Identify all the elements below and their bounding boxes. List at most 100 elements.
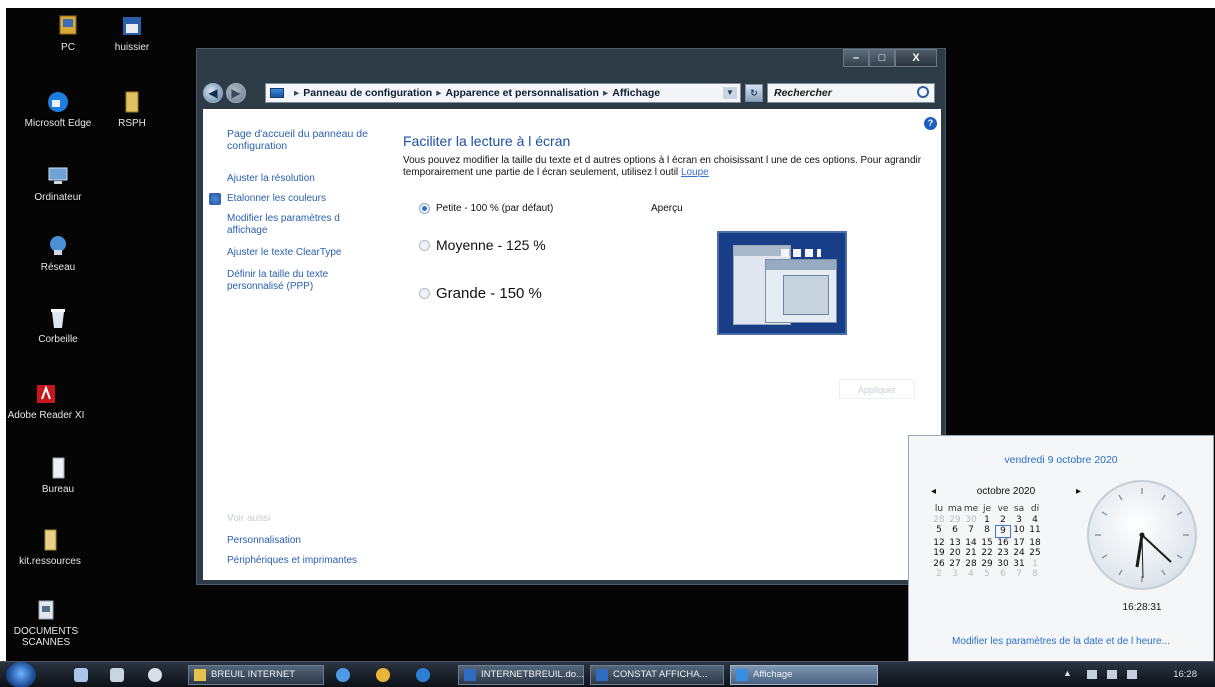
calendar-day[interactable]: 14 (963, 538, 979, 549)
calendar-day[interactable]: 3 (1011, 515, 1027, 526)
calendar-day[interactable]: 17 (1011, 538, 1027, 549)
address-bar[interactable]: ▸ Panneau de configuration ▸ Apparence e… (265, 83, 741, 103)
ie-icon[interactable] (336, 668, 350, 682)
quicklaunch-icon[interactable] (148, 668, 162, 682)
radio-button[interactable] (419, 288, 430, 299)
edge-icon[interactable] (416, 668, 430, 682)
chevron-down-icon[interactable]: ▼ (723, 87, 737, 99)
calendar-day[interactable]: 7 (1011, 569, 1027, 580)
calendar-day[interactable]: 31 (1011, 559, 1027, 570)
calendar-day[interactable]: 4 (1027, 515, 1043, 526)
calendar-day[interactable]: 15 (979, 538, 995, 549)
option-grande[interactable]: Grande - 150 % (419, 285, 542, 302)
calendar-day-selected[interactable]: 9 (995, 525, 1011, 538)
minimize-button[interactable]: – (843, 49, 869, 67)
see-also-personalisation-link[interactable]: Personnalisation (227, 535, 377, 547)
calendar-date-header[interactable]: vendredi 9 octobre 2020 (909, 454, 1213, 466)
refresh-button[interactable]: ↻ (745, 84, 763, 102)
calendar-day[interactable]: 5 (931, 525, 947, 538)
change-date-time-link[interactable]: Modifier les paramètres de la date et de… (909, 636, 1213, 647)
calendar-day[interactable]: 27 (947, 559, 963, 570)
calendar-day[interactable]: 8 (1027, 569, 1043, 580)
desktop-icon-bureau[interactable]: Bureau (18, 456, 98, 495)
radio-button[interactable] (419, 203, 430, 214)
close-button[interactable]: X (895, 49, 937, 67)
breadcrumb-apparence[interactable]: Apparence et personnalisation (446, 87, 599, 99)
calendar-day[interactable]: 1 (979, 515, 995, 526)
calendar-day[interactable]: 13 (947, 538, 963, 549)
calendar-day[interactable]: 18 (1027, 538, 1043, 549)
calendar-day[interactable]: 10 (1011, 525, 1027, 538)
back-button[interactable]: ◀ (203, 83, 223, 103)
search-input[interactable]: Rechercher (767, 83, 935, 103)
calendar-month-label[interactable]: octobre 2020 (977, 486, 1035, 497)
previous-month-icon[interactable]: ◂ (931, 486, 936, 497)
network-icon[interactable] (1107, 670, 1117, 679)
breadcrumb-panneau[interactable]: Panneau de configuration (303, 87, 432, 99)
calendar-day[interactable]: 7 (963, 525, 979, 538)
desktop-icon-edge[interactable]: Microsoft Edge (18, 90, 98, 129)
left-pane-resolution-link[interactable]: Ajuster la résolution (227, 173, 377, 185)
taskbar-button-affichage[interactable]: Affichage (730, 665, 878, 685)
forward-button[interactable]: ▶ (226, 83, 246, 103)
calendar-day[interactable]: 24 (1011, 548, 1027, 559)
calendar-day[interactable]: 2 (931, 569, 947, 580)
calendar-day[interactable]: 5 (979, 569, 995, 580)
calendar-day[interactable]: 6 (995, 569, 1011, 580)
desktop-icon-rsph[interactable]: RSPH (92, 90, 172, 129)
window-titlebar[interactable]: – □ X (197, 49, 945, 77)
show-desktop-icon[interactable] (74, 668, 88, 682)
left-pane-calibrate-link[interactable]: Etalonner les couleurs (227, 193, 377, 205)
desktop-icon-ordinateur[interactable]: Ordinateur (18, 164, 98, 203)
radio-button[interactable] (419, 239, 430, 251)
quicklaunch-icon[interactable] (110, 668, 124, 682)
taskbar-button-internetbreuil-doc[interactable]: INTERNETBREUIL.do... (458, 665, 584, 685)
left-pane-dpi-link[interactable]: Définir la taille du texte personnalisé … (227, 269, 347, 292)
left-pane-cleartype-link[interactable]: Ajuster le texte ClearType (227, 247, 377, 259)
option-moyenne[interactable]: Moyenne - 125 % (419, 237, 546, 253)
loupe-link[interactable]: Loupe (681, 167, 709, 178)
calendar-day[interactable]: 23 (995, 548, 1011, 559)
desktop-icon-corbeille[interactable]: Corbeille (18, 306, 98, 345)
calendar-day[interactable]: 28 (963, 559, 979, 570)
calendar-day[interactable]: 1 (1027, 559, 1043, 570)
calendar-day[interactable]: 6 (947, 525, 963, 538)
start-button[interactable] (6, 662, 36, 687)
left-pane-home-link[interactable]: Page d'accueil du panneau de configurati… (227, 128, 377, 152)
desktop-icon-documents-scannes[interactable]: DOCUMENTS SCANNES (6, 598, 86, 648)
left-pane-display-settings-link[interactable]: Modifier les paramètres d affichage (227, 213, 345, 236)
calendar-day[interactable]: 22 (979, 548, 995, 559)
see-also-devices-link[interactable]: Périphériques et imprimantes (227, 555, 377, 567)
calendar-day[interactable]: 30 (995, 559, 1011, 570)
option-petite[interactable]: Petite - 100 % (par défaut) (419, 203, 553, 214)
next-month-icon[interactable]: ▸ (1076, 486, 1081, 497)
chrome-icon[interactable] (376, 668, 390, 682)
chevron-up-icon[interactable]: ▲ (1063, 668, 1072, 678)
breadcrumb-affichage[interactable]: Affichage (612, 87, 660, 99)
calendar-day[interactable]: 3 (947, 569, 963, 580)
maximize-button[interactable]: □ (869, 49, 895, 67)
calendar-day[interactable]: 2 (995, 515, 1011, 526)
calendar-day[interactable]: 26 (931, 559, 947, 570)
calendar-day[interactable]: 25 (1027, 548, 1043, 559)
help-icon[interactable]: ? (924, 117, 937, 130)
apply-button[interactable]: Appliquer (839, 379, 915, 399)
calendar-day[interactable]: 4 (963, 569, 979, 580)
calendar-day[interactable]: 21 (963, 548, 979, 559)
taskbar-button-constat-affichage[interactable]: CONSTAT AFFICHA... (590, 665, 724, 685)
calendar-day[interactable]: 11 (1027, 525, 1043, 538)
calendar-day[interactable]: 16 (995, 538, 1011, 549)
desktop-icon-kit-ressources[interactable]: kit.ressources (10, 528, 90, 567)
flag-icon[interactable] (1087, 670, 1097, 679)
desktop-icon-huissier[interactable]: huissier (92, 14, 172, 53)
calendar-day[interactable]: 30 (963, 515, 979, 526)
taskbar-button-breuil-internet[interactable]: BREUIL INTERNET (188, 665, 324, 685)
calendar-day[interactable]: 28 (931, 515, 947, 526)
calendar-day[interactable]: 12 (931, 538, 947, 549)
calendar-day[interactable]: 19 (931, 548, 947, 559)
taskbar-clock[interactable]: 16:28 (1173, 669, 1197, 680)
calendar-day[interactable]: 29 (979, 559, 995, 570)
calendar-day[interactable]: 8 (979, 525, 995, 538)
calendar-day[interactable]: 20 (947, 548, 963, 559)
desktop-icon-reseau[interactable]: Réseau (18, 234, 98, 273)
